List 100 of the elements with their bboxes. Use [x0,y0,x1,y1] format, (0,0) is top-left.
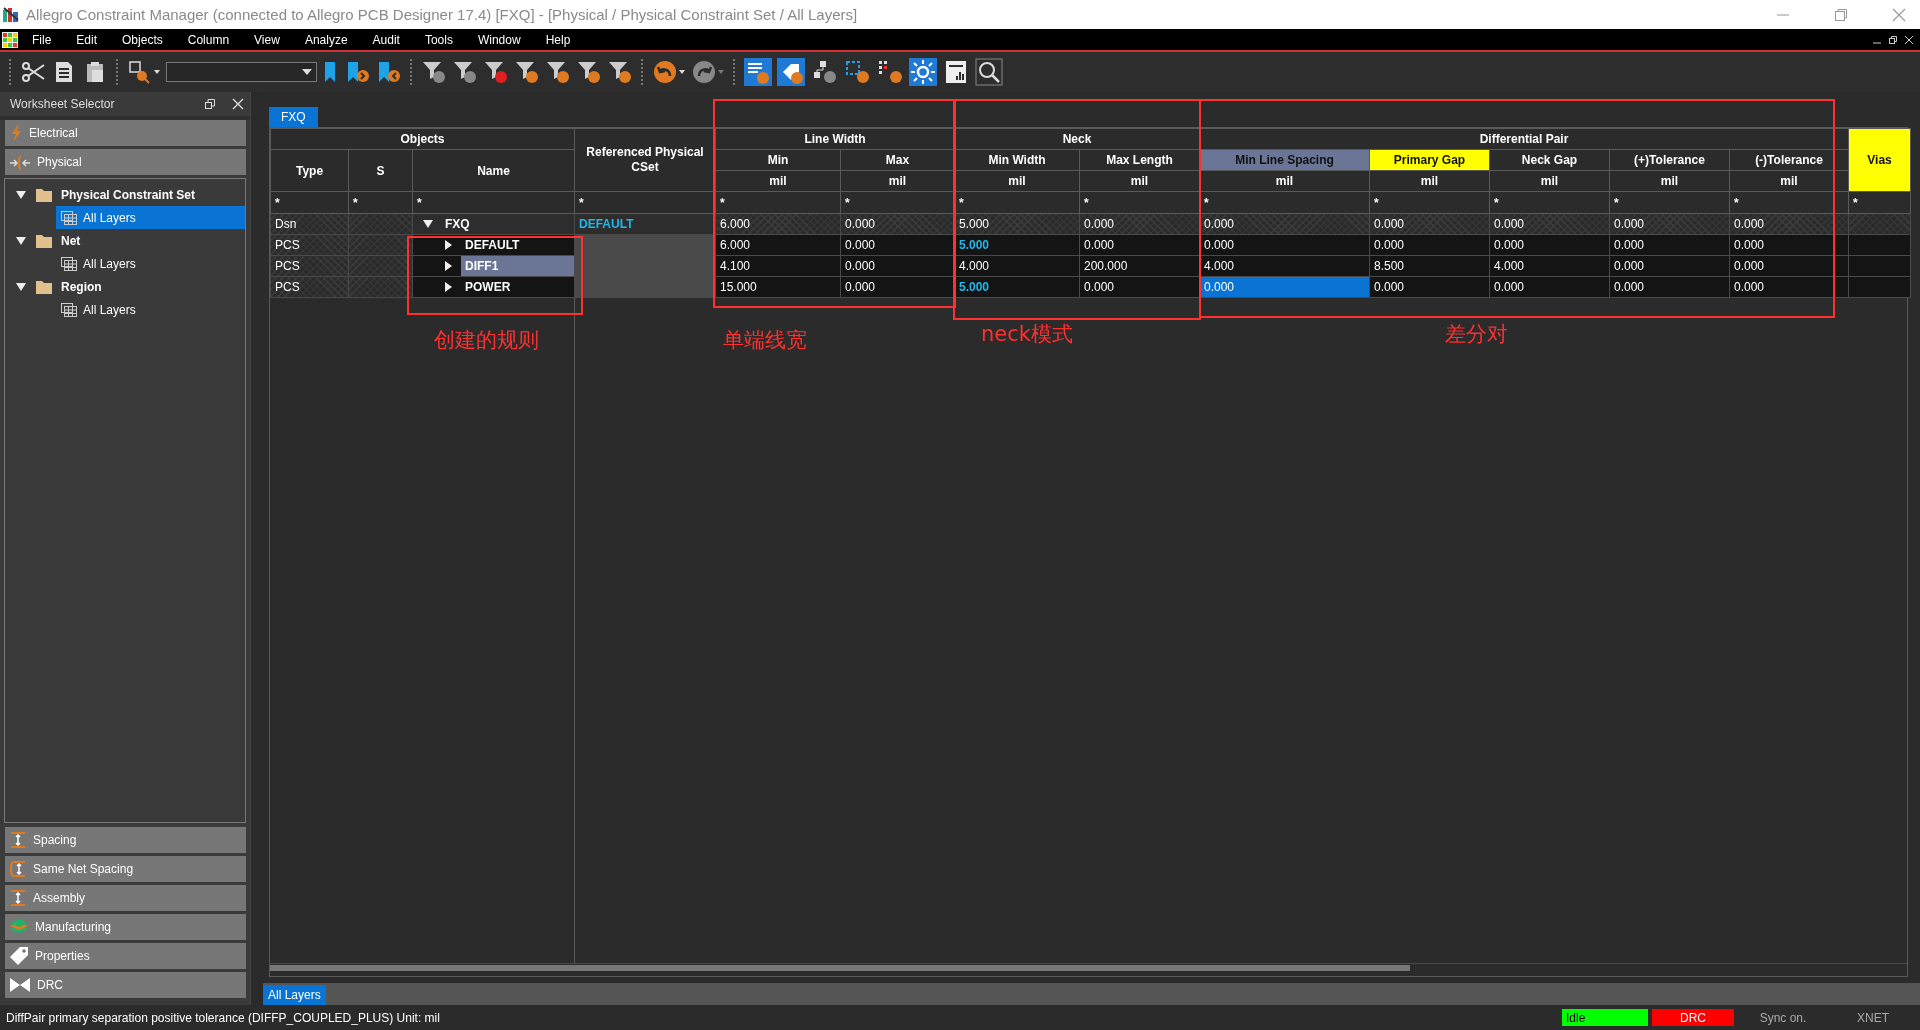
table-cell: PCS [270,234,349,256]
scissors-icon[interactable] [20,59,46,85]
expand-arrow-icon[interactable] [443,282,453,292]
worksheet-icon [61,210,77,225]
worksheet-section-button[interactable]: Physical [5,149,246,175]
matrix-icon[interactable] [876,58,904,86]
menu-item[interactable]: Objects [108,32,174,47]
expand-arrow-icon[interactable] [15,281,27,292]
menu-item[interactable]: Tools [410,32,464,47]
group-header: Line Width [715,128,955,150]
filter-icon[interactable] [452,59,478,85]
worksheet-section-button[interactable]: DRC [5,972,246,998]
status-indicator: DRC [1652,1009,1734,1026]
expand-arrow-icon[interactable] [423,219,433,229]
object-name[interactable]: DIFF1 [461,256,574,276]
tree-item[interactable]: All Layers [56,298,245,321]
worksheet-tab[interactable]: FXQ [269,107,318,127]
expand-arrow-icon[interactable] [15,235,27,246]
sun-icon[interactable] [909,58,937,86]
panel-title: Worksheet Selector [10,97,115,111]
expand-arrow-icon[interactable] [15,189,27,200]
lightning-icon [9,123,23,143]
folder-icon [35,232,53,249]
search-icon[interactable] [127,59,161,85]
annotation-label: 创建的规则 [434,327,539,354]
bookmark-next-icon[interactable] [345,59,371,85]
worksheet-section-button[interactable]: Electrical [5,120,246,146]
close-icon[interactable] [1904,34,1914,45]
column-header[interactable]: Name [412,149,575,192]
menu-item[interactable]: File [18,32,63,47]
filter-cell[interactable]: * [270,191,349,214]
expand-arrow-icon[interactable] [443,240,453,250]
filter-cell[interactable]: * [1199,191,1370,214]
status-message: DiffPair primary separation positive tolerance (DIFFP_COUPLED_PLUS) Unit: mil [6,1010,440,1025]
filter-icon[interactable] [576,59,602,85]
annotation-label: 差分对 [1445,321,1508,348]
worksheet-section-button[interactable]: Same Net Spacing [5,856,246,882]
filter-icon[interactable] [545,59,571,85]
menu-item[interactable]: View [240,32,291,47]
menu-item[interactable]: Window [463,32,532,47]
zoom-icon[interactable] [975,58,1003,86]
tree-item[interactable]: Physical Constraint Set [61,187,196,202]
annotation-label: neck模式 [981,321,1073,348]
caret-icon [301,67,313,77]
selection-icon[interactable] [843,58,871,86]
app-icon [2,5,20,24]
status-indicator: Idle [1562,1009,1648,1026]
tag-icon [9,946,29,966]
window-title: Allegro Constraint Manager (connected to Allegro PCB Designer 17.4) [FXQ] - [Physical / Physical Constraint Set / All Layers] [26,6,858,23]
table-cell: PCS [270,255,349,277]
menu-item[interactable]: Analyze [290,32,359,47]
redo-icon[interactable] [691,59,725,85]
menu-item[interactable]: Column [173,32,241,47]
arrows-icon [9,154,31,170]
worksheet-icon [61,256,77,271]
column-header[interactable]: S [348,149,413,192]
group-header: Neck [954,128,1200,150]
grid-icon [2,31,18,48]
layers-icon [9,918,29,936]
worksheet-section-button[interactable]: Assembly [5,885,246,911]
tree-item[interactable]: All Layers [56,252,245,275]
annotation-label: 单端线宽 [723,327,807,354]
worksheet-icon [61,302,77,317]
undo-icon[interactable] [652,59,686,85]
horizontal-scrollbar[interactable] [270,963,1907,972]
same-net-spacing-icon [9,860,27,878]
menu-item[interactable]: Audit [358,32,411,47]
dropdown-field[interactable] [166,62,317,82]
restore-icon[interactable] [1888,34,1898,45]
list-icon[interactable] [744,58,772,86]
menu-item[interactable]: Help [531,32,582,47]
table-cell: Dsn [270,213,349,235]
worksheet-section-button[interactable]: Properties [5,943,246,969]
tree-item[interactable]: Region [61,279,102,294]
tag-icon[interactable] [777,58,805,86]
filter-cell[interactable]: * [412,191,575,214]
folder-icon [35,278,53,295]
spacing-icon [9,889,27,907]
menu-item[interactable]: Edit [62,32,109,47]
spacing-icon [9,831,27,849]
filter-icon[interactable] [483,59,509,85]
folder-icon [35,186,53,203]
worksheet-section-button[interactable]: Manufacturing [5,914,246,940]
expand-arrow-icon[interactable] [443,261,453,271]
group-header: Objects [270,128,575,150]
tree-item[interactable]: All Layers [56,206,245,229]
tree-item[interactable]: Net [61,233,81,248]
worksheet-section-button[interactable]: Spacing [5,827,246,853]
bookmark-previous-icon[interactable] [376,59,402,85]
table-cell: PCS [270,276,349,298]
float-icon[interactable] [204,98,216,110]
filter-icon[interactable] [514,59,540,85]
column-header[interactable]: Type [270,149,349,192]
filter-icon[interactable] [607,59,633,85]
filter-icon[interactable] [421,59,447,85]
group-header: Differential Pair [1199,128,1849,150]
column-header[interactable]: Referenced Physical CSet [574,128,716,192]
bowtie-icon [9,977,31,993]
layer-tab[interactable]: All Layers [263,985,326,1005]
column-header[interactable]: Vias [1848,128,1911,192]
